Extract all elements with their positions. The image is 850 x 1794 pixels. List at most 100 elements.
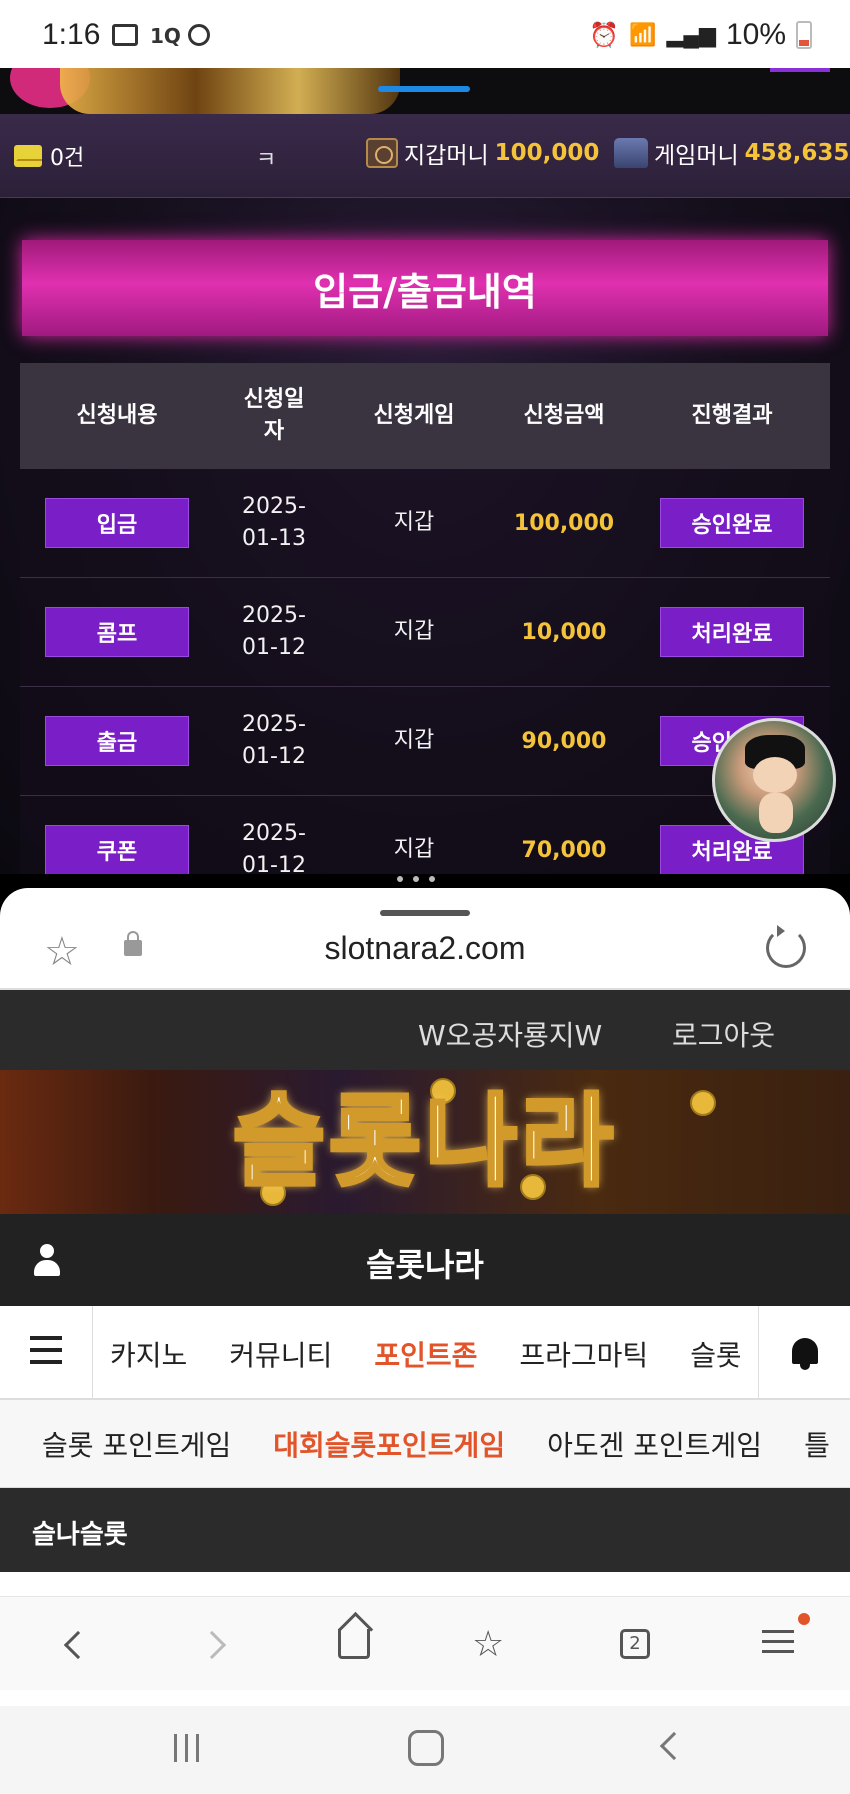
status-bar: 1:16 1Q ⏰ 📶 ▂▄▆ 10% [0, 0, 850, 68]
dnd-icon [188, 24, 210, 46]
safe-icon [366, 138, 398, 168]
table-header: 신청내용 신청일 자 신청게임 신청금액 진행결과 [20, 363, 830, 469]
wifi-icon: 📶 [629, 22, 657, 47]
amount-cell: 90,000 [521, 728, 607, 754]
type-badge[interactable]: 쿠폰 [45, 825, 189, 874]
date-cell: 2025- 01-12 [214, 818, 334, 874]
account-info-bar: 0건 ㅋ 지갑머니 100,000 게임머니 458,635 [0, 114, 850, 198]
site-logo[interactable] [60, 68, 400, 114]
bookmarks-icon[interactable]: ☆ [472, 1623, 516, 1667]
site-name[interactable]: 슬롯나라 [0, 1240, 850, 1286]
nav-casino[interactable]: 카지노 [110, 1334, 187, 1374]
avatar-face [753, 757, 797, 793]
result-badge[interactable]: 승인완료 [660, 498, 804, 548]
date-day: 01-12 [242, 744, 306, 769]
logout-link[interactable]: 로그아웃 [672, 1014, 775, 1054]
avatar-body [759, 793, 793, 833]
banner-title: 슬롯나라 [231, 1081, 617, 1202]
header-date-line1: 신청일 [243, 387, 305, 412]
subnav-more[interactable]: 틀 [804, 1424, 830, 1464]
alarm-icon: ⏰ [589, 21, 620, 49]
envelope-icon [14, 145, 42, 167]
drag-handle[interactable] [380, 910, 470, 916]
url-text[interactable]: slotnara2.com [0, 930, 850, 967]
ticker-text: ㅋ [256, 148, 277, 173]
back-button-icon[interactable] [659, 1731, 689, 1761]
date-cell: 2025- 01-12 [214, 709, 334, 773]
reload-icon[interactable] [766, 925, 806, 968]
date-cell: 2025- 01-13 [214, 491, 334, 555]
home-icon[interactable] [332, 1623, 376, 1667]
address-bar[interactable]: ☆ slotnara2.com [0, 918, 850, 986]
subnav-adogen-point-game[interactable]: 아도겐 포인트게임 [547, 1424, 762, 1464]
date-year: 2025- [242, 494, 306, 519]
site-header: 슬롯나라 [0, 1214, 850, 1306]
hamburger-menu-icon[interactable] [30, 1336, 62, 1364]
floating-chat-avatar[interactable] [712, 718, 836, 842]
nav-divider [758, 1306, 759, 1400]
signal-icon: ▂▄▆ [666, 22, 716, 47]
amount-cell: 10,000 [521, 619, 607, 645]
bell-icon[interactable] [788, 1336, 822, 1372]
game-money: 게임머니 458,635 [614, 136, 849, 170]
table-row: 출금 2025-01-12 지갑 90,000 승인완료 [20, 687, 830, 796]
wallet-money: 지갑머니 100,000 [366, 136, 599, 170]
tabs-count: 2 [620, 1629, 650, 1659]
nav-slot[interactable]: 슬롯 [690, 1334, 740, 1374]
treasure-chest-icon [614, 138, 648, 168]
game-cell: 지갑 [393, 510, 435, 535]
recent-apps-icon[interactable] [174, 1734, 199, 1762]
header-game: 신청게임 [373, 403, 455, 428]
game-cell: 지갑 [393, 837, 435, 862]
sub-nav-items: 슬롯 포인트게임 대회슬롯포인트게임 아도겐 포인트게임 틀 [42, 1424, 850, 1464]
transaction-table: 신청내용 신청일 자 신청게임 신청금액 진행결과 입금 2025- 01-13 … [20, 363, 830, 874]
amount-cell: 70,000 [521, 837, 607, 863]
type-badge[interactable]: 콤프 [45, 607, 189, 657]
gallery-icon [112, 24, 138, 46]
date-day: 01-13 [242, 526, 306, 551]
notification-dot [798, 1613, 810, 1625]
status-icons-right: ⏰ 📶 ▂▄▆ 10% [589, 18, 812, 52]
type-badge[interactable]: 입금 [45, 498, 189, 548]
messages-count: 0건 [50, 146, 85, 171]
status-time: 1:16 [42, 18, 101, 51]
date-year: 2025- [242, 712, 306, 737]
table-row: 콤프 2025- 01-12 지갑 10,000 처리완료 [20, 578, 830, 687]
nav-point-zone[interactable]: 포인트존 [374, 1334, 477, 1374]
game-cell: 지갑 [393, 728, 435, 753]
amount-cell: 100,000 [513, 510, 615, 536]
forward-icon[interactable] [196, 1623, 240, 1667]
nav-community[interactable]: 커뮤니티 [229, 1334, 332, 1374]
header-result: 진행결과 [691, 403, 773, 428]
system-nav-bar [0, 1706, 850, 1794]
header-amount: 신청금액 [523, 403, 605, 428]
username[interactable]: W오공자룡지W [418, 1014, 602, 1054]
main-nav-items: 카지노 커뮤니티 포인트존 프라그마틱 슬롯 [110, 1334, 740, 1374]
game-money-amount: 458,635 [744, 140, 850, 166]
subnav-slot-point-game[interactable]: 슬롯 포인트게임 [42, 1424, 231, 1464]
date-year: 2025- [242, 821, 306, 846]
browser-toolbar: ☆ 2 [0, 1596, 850, 1690]
site-banner[interactable]: 슬롯나라 [0, 1070, 850, 1214]
game-cell: 지갑 [393, 619, 435, 644]
main-nav: 카지노 커뮤니티 포인트존 프라그마틱 슬롯 [0, 1306, 850, 1400]
messages-link[interactable]: 0건 [14, 140, 84, 172]
header-date-line2: 자 [263, 419, 285, 444]
type-badge[interactable]: 출금 [45, 716, 189, 766]
header-type: 신청내용 [76, 403, 158, 428]
mobile-data-icon: 1Q [150, 24, 181, 48]
tabs-icon[interactable]: 2 [614, 1623, 658, 1667]
section-header: 슬나슬롯 [0, 1488, 850, 1572]
sub-nav: 슬롯 포인트게임 대회슬롯포인트게임 아도겐 포인트게임 틀 [0, 1400, 850, 1488]
back-icon[interactable] [56, 1623, 100, 1667]
nav-pragmatic[interactable]: 프라그마틱 [519, 1334, 648, 1374]
site-user-bar: W오공자룡지W 로그아웃 [0, 988, 850, 1070]
home-button-icon[interactable] [408, 1730, 444, 1766]
subnav-tournament-slot-point-game[interactable]: 대회슬롯포인트게임 [273, 1424, 505, 1464]
result-badge[interactable]: 처리완료 [660, 607, 804, 657]
browser-window: ☆ slotnara2.com W오공자룡지W 로그아웃 슬롯나라 슬롯나라 카… [0, 888, 850, 1794]
battery-percent: 10% [725, 18, 786, 51]
status-icons-left: 1Q [112, 24, 210, 48]
menu-icon[interactable] [762, 1623, 806, 1667]
split-view-handle[interactable] [397, 876, 435, 882]
